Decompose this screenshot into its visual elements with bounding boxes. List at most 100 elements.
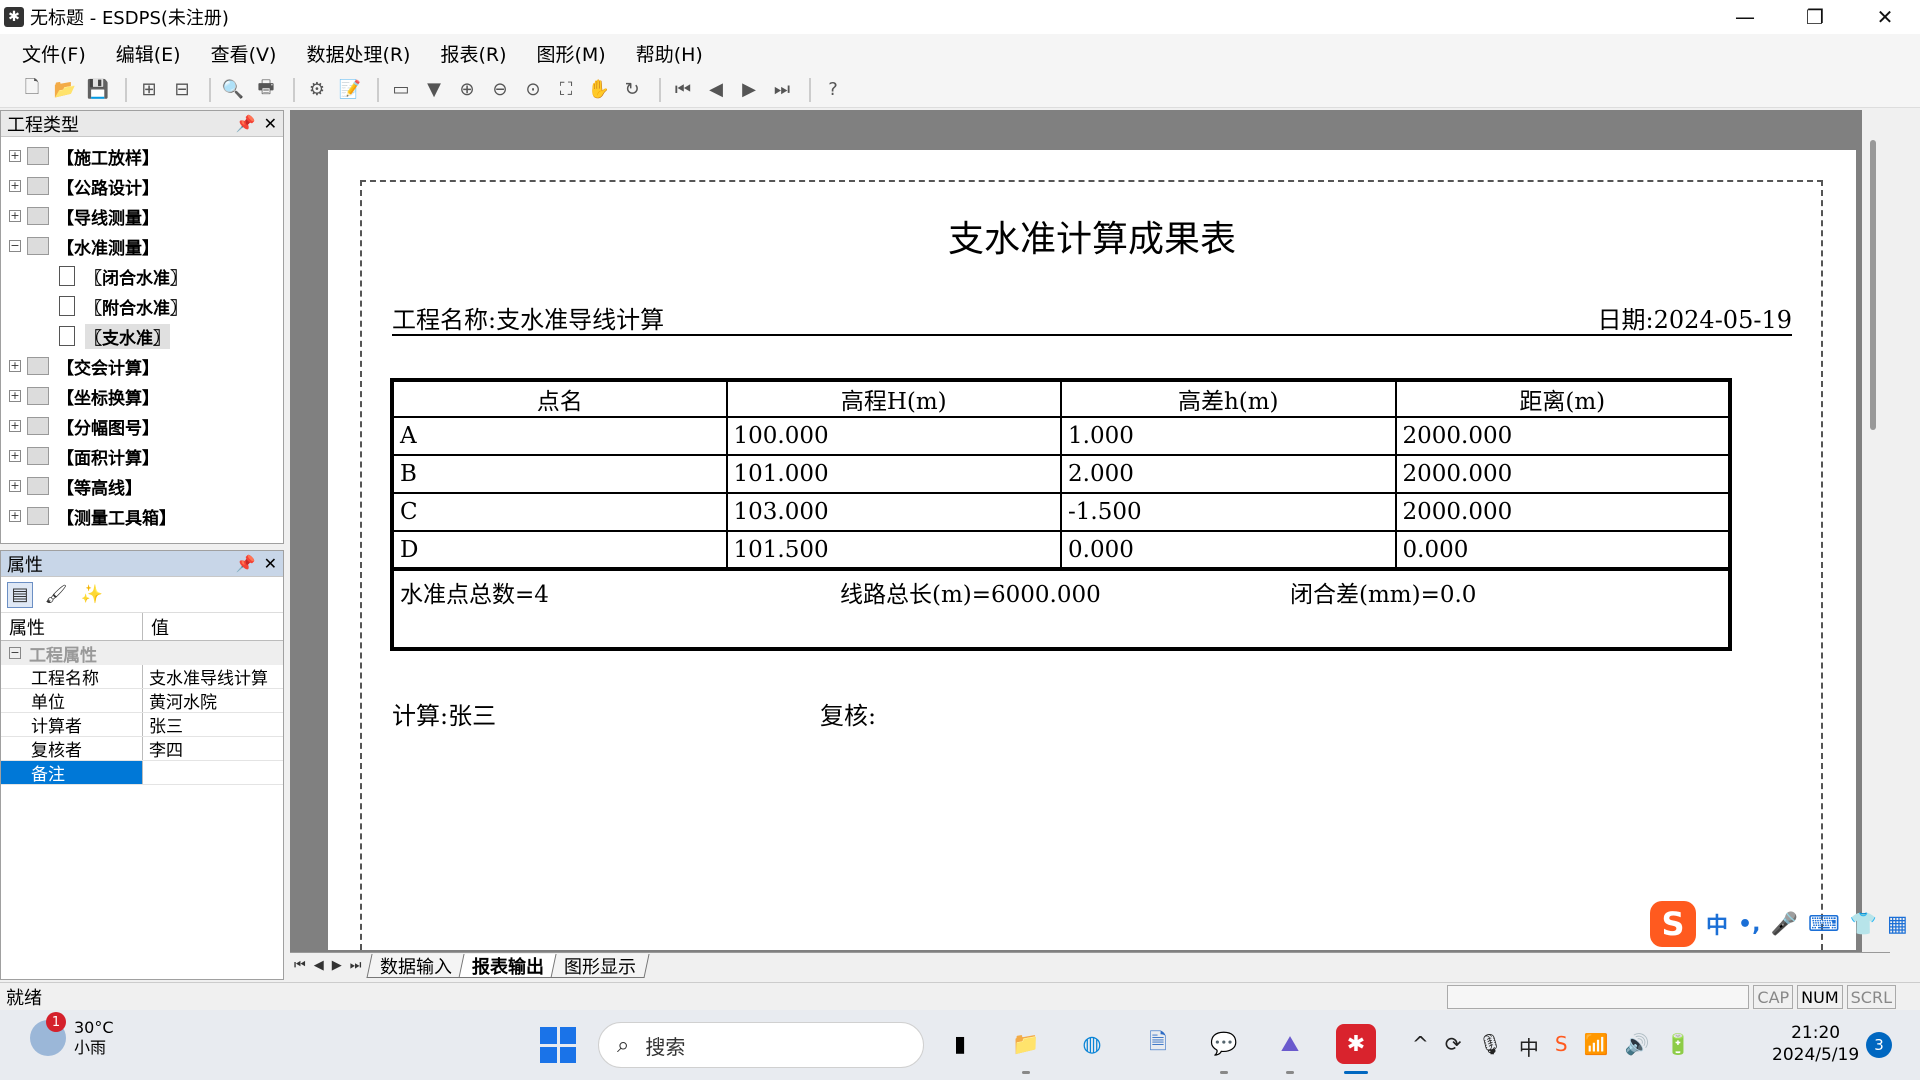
close-icon[interactable]: ✕ <box>264 114 277 133</box>
property-row[interactable]: 工程名称 支水准导线计算 <box>1 665 283 689</box>
expand-icon[interactable]: + <box>9 510 21 522</box>
weather-widget[interactable]: 1 30°C 小雨 <box>30 1012 114 1058</box>
microphone-icon[interactable]: 🎙 <box>1478 1032 1503 1061</box>
menu-report[interactable]: 报表(R) <box>436 38 510 69</box>
wifi-icon[interactable]: 📶 <box>1584 1032 1609 1061</box>
help-icon[interactable]: ? <box>819 76 847 104</box>
chevron-up-icon[interactable]: ^ <box>1412 1032 1429 1061</box>
menu-data-processing[interactable]: 数据处理(R) <box>302 38 414 69</box>
sogou-logo-icon[interactable]: S <box>1650 901 1696 947</box>
collapse-icon[interactable]: − <box>9 647 21 659</box>
tree-item-area-calculation[interactable]: + 【面积计算】 <box>1 441 283 471</box>
new-file-icon[interactable]: 🗋 <box>18 76 46 104</box>
keyboard-icon[interactable]: ⌨ <box>1808 912 1840 937</box>
print-preview-icon[interactable]: 🔍 <box>219 76 247 104</box>
pin-icon[interactable]: 📌 <box>236 554 256 573</box>
expand-icon[interactable]: + <box>9 360 21 372</box>
report-icon[interactable]: 📝 <box>336 76 364 104</box>
menu-view[interactable]: 查看(V) <box>207 38 281 69</box>
sync-icon[interactable]: ⟳ <box>1445 1032 1462 1061</box>
prev-page-icon[interactable]: ◀ <box>702 76 730 104</box>
wand-icon[interactable]: ✨ <box>79 582 105 608</box>
task-view-icon[interactable]: ▮ <box>940 1024 980 1064</box>
property-row[interactable]: 计算者 张三 <box>1 713 283 737</box>
minimize-icon[interactable]: — <box>1710 0 1780 34</box>
ime-mode-toggle[interactable]: 中 <box>1706 908 1728 940</box>
close-icon[interactable]: ✕ <box>264 554 277 573</box>
tree-item-coordinate-conversion[interactable]: + 【坐标换算】 <box>1 381 283 411</box>
windows-start-icon[interactable] <box>540 1027 576 1063</box>
zoom-window-icon[interactable]: ⊙ <box>519 76 547 104</box>
first-tab-icon[interactable]: ⏮ <box>294 958 306 973</box>
property-value-input[interactable]: 支水准导线计算 <box>143 665 283 688</box>
tree-item-contour[interactable]: + 【等高线】 <box>1 471 283 501</box>
expand-icon[interactable]: + <box>9 480 21 492</box>
next-tab-icon[interactable]: ▶ <box>332 958 342 973</box>
property-row[interactable]: 备注 <box>1 761 283 785</box>
next-page-icon[interactable]: ▶ <box>735 76 763 104</box>
property-row[interactable]: 复核者 李四 <box>1 737 283 761</box>
tree-item-intersection[interactable]: + 【交会计算】 <box>1 351 283 381</box>
tab-graphic-display[interactable]: 图形显示 <box>550 953 650 978</box>
tab-data-input[interactable]: 数据输入 <box>366 953 466 978</box>
open-folder-icon[interactable]: 📂 <box>51 76 79 104</box>
restore-icon[interactable]: ❐ <box>1780 0 1850 34</box>
pin-icon[interactable]: 📌 <box>236 114 256 133</box>
categorized-view-icon[interactable]: ▤ <box>7 581 33 608</box>
menu-graphics[interactable]: 图形(M) <box>533 38 610 69</box>
volume-icon[interactable]: 🔊 <box>1625 1032 1650 1061</box>
notification-badge[interactable]: 3 <box>1866 1032 1892 1058</box>
tree-item-leveling[interactable]: − 【水准测量】 <box>1 231 283 261</box>
property-value-input[interactable]: 张三 <box>143 713 283 736</box>
expand-icon[interactable]: + <box>9 180 21 192</box>
last-page-icon[interactable]: ⏭ <box>768 76 796 104</box>
property-row[interactable]: 单位 黄河水院 <box>1 689 283 713</box>
sogou-tray-icon[interactable]: S <box>1555 1032 1568 1061</box>
property-value-input[interactable] <box>143 761 283 784</box>
zoom-extents-icon[interactable]: ⛶ <box>552 76 580 104</box>
punctuation-icon[interactable]: •, <box>1738 912 1760 937</box>
file-explorer-icon[interactable]: 📁 <box>1006 1024 1046 1074</box>
tree-item-traverse[interactable]: + 【导线测量】 <box>1 201 283 231</box>
ime-indicator[interactable]: 中 <box>1519 1032 1539 1061</box>
tree-item-map-sheet[interactable]: + 【分幅图号】 <box>1 411 283 441</box>
zoom-in-icon[interactable]: ⊕ <box>453 76 481 104</box>
skin-shirt-icon[interactable]: 👕 <box>1850 912 1877 937</box>
tree-item-survey-toolbox[interactable]: + 【测量工具箱】 <box>1 501 283 531</box>
filter-icon[interactable]: ▼ <box>420 76 448 104</box>
scrollbar-thumb[interactable] <box>1870 140 1876 430</box>
toolbox-grid-icon[interactable]: ▦ <box>1887 912 1908 937</box>
taskbar-search-box[interactable]: ⌕ 搜索 <box>598 1022 924 1068</box>
photos-app-icon[interactable]: ⛰ <box>1270 1024 1310 1074</box>
menu-file[interactable]: 文件(F) <box>18 38 90 69</box>
esdps-app-icon[interactable]: ✱ <box>1336 1024 1376 1074</box>
prev-tab-icon[interactable]: ◀ <box>314 958 324 973</box>
expand-icon[interactable]: + <box>9 420 21 432</box>
pan-hand-icon[interactable]: ✋ <box>585 76 613 104</box>
tree-item-annexed-leveling[interactable]: 〖附合水准〗 <box>1 291 283 321</box>
tree-item-construction-layout[interactable]: + 【施工放样】 <box>1 141 283 171</box>
edge-browser-icon[interactable]: ◍ <box>1072 1024 1112 1064</box>
menu-help[interactable]: 帮助(H) <box>632 38 707 69</box>
collapse-icon[interactable]: − <box>9 240 21 252</box>
property-value-input[interactable]: 黄河水院 <box>143 689 283 712</box>
tree-expand-icon[interactable]: ⊞ <box>135 76 163 104</box>
tree-collapse-icon[interactable]: ⊟ <box>168 76 196 104</box>
save-icon[interactable]: 💾 <box>84 76 112 104</box>
zoom-out-icon[interactable]: ⊖ <box>486 76 514 104</box>
vertical-scrollbar[interactable] <box>1862 110 1890 952</box>
tree-item-closed-leveling[interactable]: 〖闭合水准〗 <box>1 261 283 291</box>
tab-report-output[interactable]: 报表输出 <box>458 953 558 978</box>
print-icon[interactable]: 🖶 <box>252 76 280 104</box>
system-clock[interactable]: 21:20 2024/5/19 <box>1772 1022 1859 1066</box>
select-window-icon[interactable]: ▭ <box>387 76 415 104</box>
calculate-icon[interactable]: ⚙ <box>303 76 331 104</box>
brush-icon[interactable]: 🖌 <box>43 582 69 608</box>
tree-item-spur-leveling[interactable]: 〖支水准〗 <box>1 321 283 351</box>
microphone-icon[interactable]: 🎤 <box>1770 912 1797 937</box>
first-page-icon[interactable]: ⏮ <box>669 76 697 104</box>
wechat-icon[interactable]: 💬 <box>1204 1024 1244 1074</box>
menu-edit[interactable]: 编辑(E) <box>112 38 185 69</box>
expand-icon[interactable]: + <box>9 450 21 462</box>
expand-icon[interactable]: + <box>9 150 21 162</box>
